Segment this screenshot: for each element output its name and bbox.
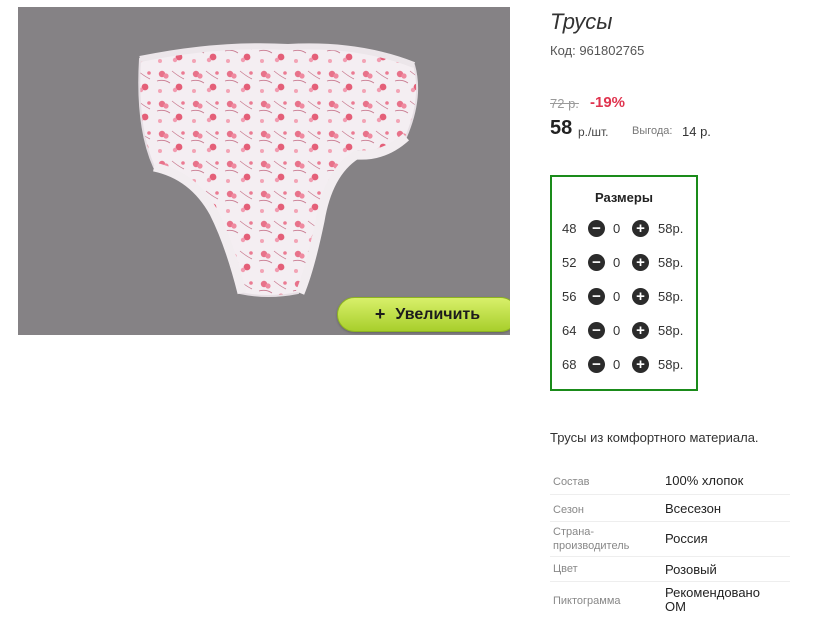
benefit-value: 14 р. <box>682 124 711 139</box>
product-image[interactable]: + Увеличить <box>18 7 510 335</box>
size-row: 52 − 0 + 58р. <box>552 251 696 273</box>
benefit-label: Выгода: <box>632 125 673 137</box>
product-code: Код: 961802765 <box>550 43 645 58</box>
size-row: 64 − 0 + 58р. <box>552 319 696 341</box>
size-price: 58р. <box>658 356 684 372</box>
size-value: 64 <box>562 322 577 338</box>
size-row: 56 − 0 + 58р. <box>552 285 696 307</box>
size-value: 48 <box>562 220 577 236</box>
plus-icon[interactable]: + <box>632 253 649 271</box>
discount-badge: -19% <box>590 94 626 111</box>
product-title: Трусы <box>550 9 613 34</box>
price-unit: р./шт. <box>578 125 609 139</box>
property-label: Сезон <box>553 504 584 516</box>
divider <box>550 494 790 495</box>
property-label: Пиктограмма <box>553 595 621 607</box>
minus-icon[interactable]: − <box>588 253 605 271</box>
sizes-panel: Размеры 48 − 0 + 58р. 52 − 0 + 58р. 56 −… <box>550 175 698 391</box>
panties-illustration <box>138 43 419 297</box>
zoom-label: Увеличить <box>395 305 481 323</box>
size-row: 68 − 0 + 58р. <box>552 353 696 375</box>
size-value: 52 <box>562 254 577 270</box>
property-label: Состав <box>553 476 590 488</box>
product-description: Трусы из комфортного материала. <box>550 430 759 445</box>
divider <box>550 581 790 582</box>
plus-icon[interactable]: + <box>632 355 649 373</box>
property-label: Страна-производитель <box>553 526 630 552</box>
quantity-value: 0 <box>613 288 621 304</box>
plus-icon[interactable]: + <box>632 321 649 339</box>
quantity-value: 0 <box>613 356 621 372</box>
property-value: Всесезон <box>665 501 722 516</box>
size-price: 58р. <box>658 254 684 270</box>
sizes-title: Размеры <box>595 190 653 205</box>
divider <box>550 521 790 522</box>
size-row: 48 − 0 + 58р. <box>552 217 696 239</box>
minus-icon[interactable]: − <box>588 321 605 339</box>
size-price: 58р. <box>658 288 684 304</box>
plus-icon: + <box>374 304 386 324</box>
quantity-value: 0 <box>613 254 621 270</box>
plus-icon[interactable]: + <box>632 287 649 305</box>
minus-icon[interactable]: − <box>588 355 605 373</box>
property-value: 100% хлопок <box>665 473 744 488</box>
property-value: Рекомендовано ОМ <box>665 585 760 614</box>
quantity-value: 0 <box>613 322 621 338</box>
size-price: 58р. <box>658 322 684 338</box>
current-price: 58 <box>550 117 573 139</box>
size-value: 56 <box>562 288 577 304</box>
size-price: 58р. <box>658 220 684 236</box>
property-value: Розовый <box>665 562 717 577</box>
zoom-button[interactable]: + Увеличить <box>337 297 510 332</box>
divider <box>550 556 790 557</box>
property-value: Россия <box>665 531 708 546</box>
size-value: 68 <box>562 356 577 372</box>
quantity-value: 0 <box>613 220 621 236</box>
old-price: 72 р. <box>550 96 579 111</box>
minus-icon[interactable]: − <box>588 287 605 305</box>
property-label: Цвет <box>553 563 578 575</box>
minus-icon[interactable]: − <box>588 219 605 237</box>
plus-icon[interactable]: + <box>632 219 649 237</box>
